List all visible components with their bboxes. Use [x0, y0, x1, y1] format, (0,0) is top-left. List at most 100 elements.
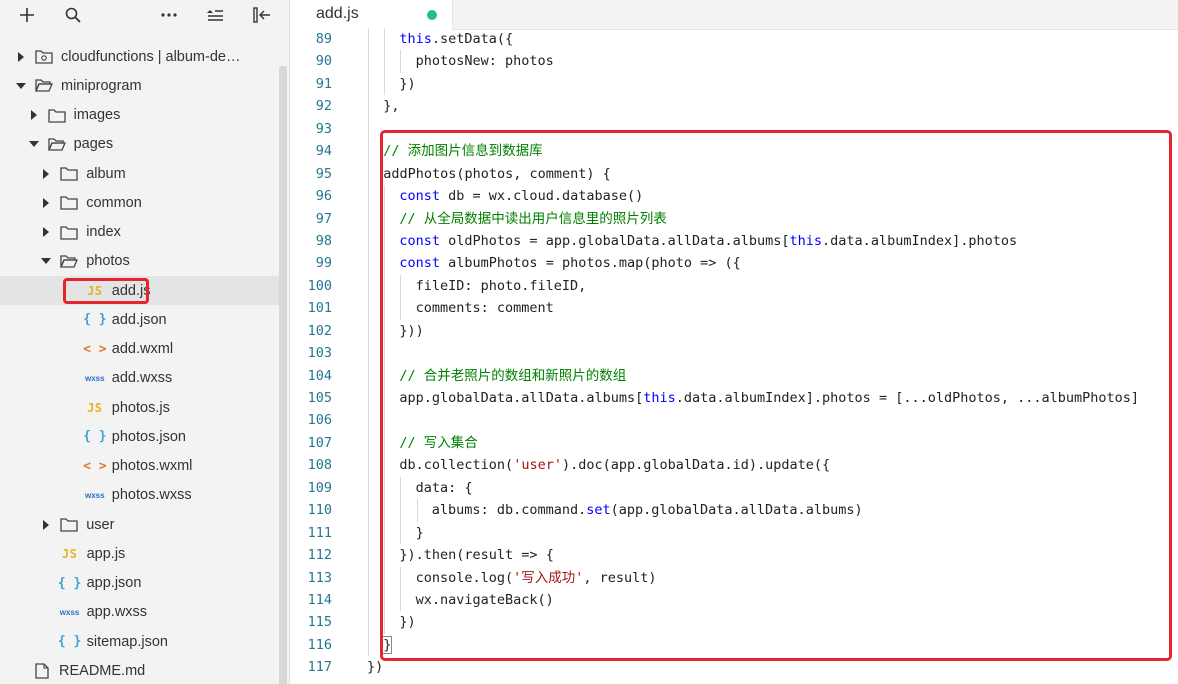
code-line: addPhotos(photos, comment) { — [367, 162, 1178, 186]
tab-add-js[interactable]: add.js — [290, 0, 453, 30]
tree-item-add-json[interactable]: { } add.json — [0, 305, 280, 334]
wxss-file-icon: wxss — [59, 607, 80, 617]
explorer-scrollbar-thumb[interactable] — [279, 66, 287, 684]
folder-open-icon — [59, 252, 79, 270]
indent-guide — [400, 566, 402, 589]
tree-item-photos-wxml[interactable]: < > photos.wxml — [0, 452, 280, 481]
code-area[interactable]: this.setData({photosNew: photos})},// 添加… — [367, 28, 1178, 679]
tree-item-label: photos — [86, 253, 130, 270]
indent-guide — [368, 274, 369, 298]
indent-guide — [368, 476, 369, 500]
indent-guide — [384, 431, 386, 455]
plus-icon[interactable] — [15, 3, 39, 27]
indent-guide — [384, 387, 386, 410]
line-number: 100 — [307, 277, 332, 294]
line-number: 113 — [307, 569, 332, 586]
chevron-right-icon[interactable] — [41, 227, 51, 238]
folder-icon — [59, 516, 79, 534]
chevron-down-icon[interactable] — [41, 256, 52, 266]
code-line — [367, 342, 1178, 365]
folder-icon — [59, 165, 79, 183]
indent-guide — [368, 185, 369, 208]
tree-item-common[interactable]: common — [0, 188, 280, 217]
tree-item-album[interactable]: album — [0, 159, 280, 188]
tree-item-miniprogram[interactable]: miniprogram — [0, 71, 280, 100]
chevron-right-icon[interactable] — [41, 519, 51, 530]
tree-item-app-wxss[interactable]: wxss app.wxss — [0, 598, 280, 627]
code-line: // 添加图片信息到数据库 — [367, 140, 1178, 163]
code-token: // 从全局数据中读出用户信息里的照片列表 — [399, 210, 667, 227]
tree-item-pages[interactable]: pages — [0, 130, 280, 159]
indent-guide — [384, 319, 386, 343]
tree-item-app-json[interactable]: { } app.json — [0, 569, 280, 598]
collapse-icon[interactable] — [203, 3, 227, 27]
code-token: this — [643, 390, 676, 406]
indent-guide — [368, 50, 369, 73]
search-icon[interactable] — [61, 3, 85, 27]
tree-item-cloudfunctions-album-de[interactable]: cloudfunctions | album-de… — [0, 42, 280, 71]
chevron-right-icon[interactable] — [29, 110, 39, 121]
line-number: 94 — [315, 143, 332, 160]
tree-item-add-wxss[interactable]: wxss add.wxss — [0, 364, 280, 393]
tree-item-sitemap-json[interactable]: { } sitemap.json — [0, 627, 280, 656]
code-line: fileID: photo.fileID, — [367, 274, 1178, 298]
code-line — [367, 409, 1178, 432]
code-line: // 从全局数据中读出用户信息里的照片列表 — [367, 207, 1178, 230]
tree-item-label: miniprogram — [61, 77, 142, 94]
chevron-right-icon[interactable] — [41, 168, 51, 179]
tree-item-user[interactable]: user — [0, 510, 280, 539]
chevron-right-icon[interactable] — [41, 197, 51, 208]
indent-guide — [384, 611, 386, 634]
tree-item-photos-json[interactable]: { } photos.json — [0, 422, 280, 451]
tree-item-index[interactable]: index — [0, 218, 280, 247]
code-token: comments: comment — [415, 300, 554, 317]
line-number: 92 — [315, 98, 332, 115]
code-token: }) — [367, 659, 384, 676]
code-token: '写入成功' — [513, 569, 584, 586]
folder-icon — [47, 106, 67, 124]
indent-guide — [400, 521, 402, 545]
tree-item-label: index — [86, 224, 121, 241]
code-token: })) — [399, 322, 424, 339]
json-file-icon: { } — [57, 575, 82, 591]
code-line: } — [367, 521, 1178, 545]
line-number: 102 — [307, 322, 332, 339]
tree-item-images[interactable]: images — [0, 101, 280, 130]
indent-guide — [368, 229, 369, 253]
indent-guide — [384, 252, 386, 275]
more-icon[interactable] — [157, 3, 181, 27]
tree-item-photos[interactable]: photos — [0, 247, 280, 276]
indent-guide — [384, 342, 386, 365]
code-token: }, — [383, 98, 400, 115]
chevron-right-icon[interactable] — [16, 51, 26, 62]
tree-item-add-wxml[interactable]: < > add.wxml — [0, 335, 280, 364]
line-number: 114 — [307, 591, 332, 608]
tree-item-photos-js[interactable]: JS photos.js — [0, 393, 280, 422]
indent-guide — [416, 499, 418, 522]
tree-item-photos-wxss[interactable]: wxss photos.wxss — [0, 481, 280, 510]
tree-item-label: common — [86, 194, 142, 211]
code-token: .data.albumIndex].photos = [...oldPhotos… — [675, 390, 1140, 406]
layout-icon[interactable] — [250, 3, 274, 27]
line-number: 96 — [315, 188, 332, 205]
chevron-down-icon[interactable] — [28, 139, 39, 149]
code-line: app.globalData.allData.albums[this.data.… — [367, 387, 1178, 410]
code-token: const — [399, 255, 441, 272]
tree-item-label: photos.js — [111, 399, 170, 416]
code-token: photosNew: photos — [415, 53, 554, 70]
indent-guide — [384, 72, 386, 96]
tree-item-add-js[interactable]: JS add.js — [0, 276, 280, 306]
indent-guide — [384, 28, 386, 51]
folder-icon — [59, 194, 79, 212]
chevron-down-icon[interactable] — [16, 81, 26, 91]
indent-guide — [400, 476, 402, 500]
tree-item-app-js[interactable]: JS app.js — [0, 539, 280, 568]
explorer-scrollbar[interactable] — [279, 30, 289, 684]
indent-guide — [384, 521, 386, 545]
tree-item-label: app.js — [86, 545, 126, 562]
line-number: 111 — [307, 524, 332, 541]
line-number: 93 — [315, 120, 332, 137]
unsaved-dot-icon — [427, 10, 437, 20]
tree-item-readme-md[interactable]: README.md — [0, 656, 280, 684]
line-number: 91 — [315, 75, 332, 92]
